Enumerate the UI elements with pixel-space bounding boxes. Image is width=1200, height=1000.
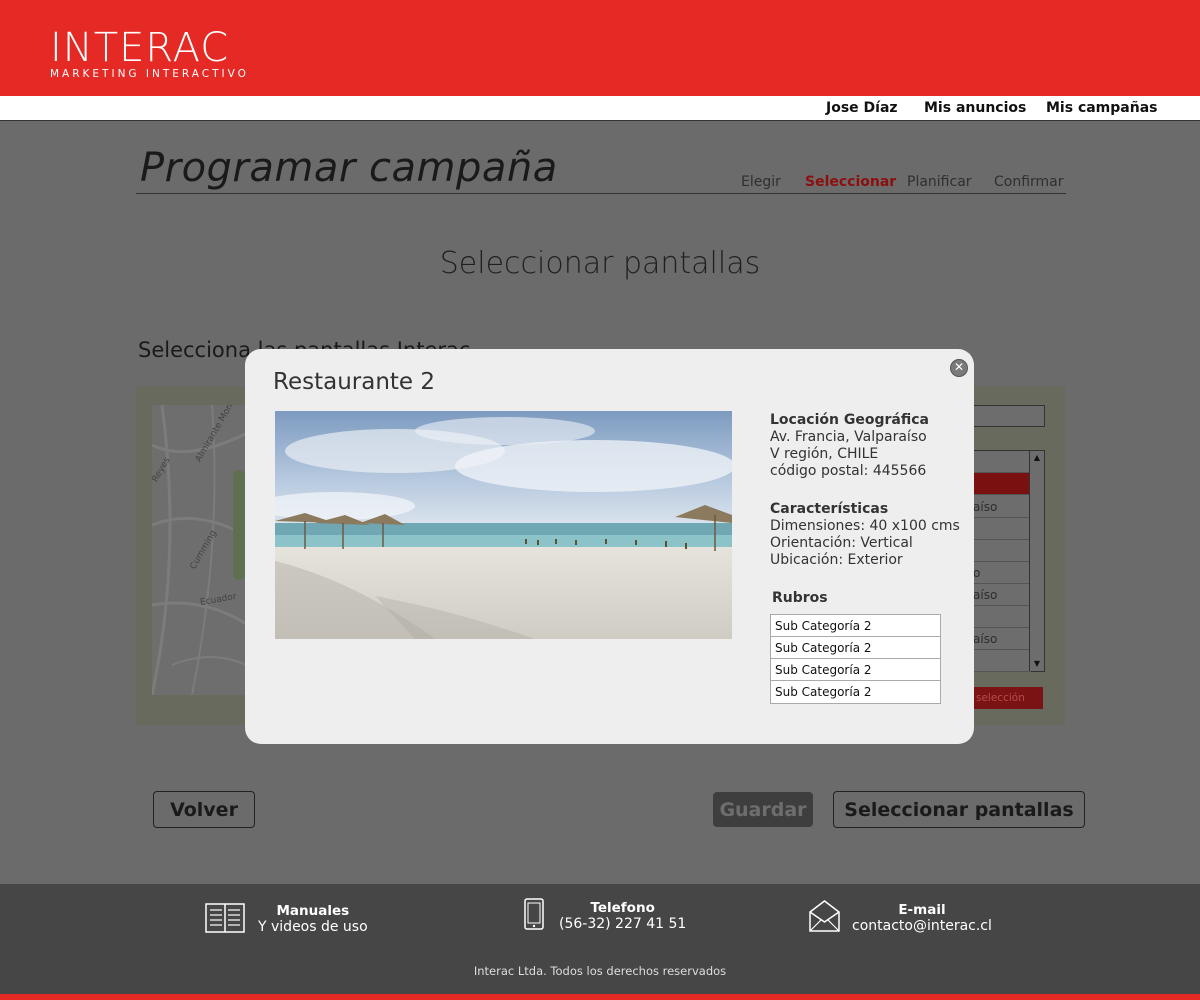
logo-text: INTERAC	[50, 25, 230, 71]
nav-my-ads[interactable]: Mis anuncios	[924, 100, 1026, 116]
screen-list-item[interactable]	[969, 518, 1031, 540]
add-selection-button[interactable]: selección	[966, 687, 1043, 709]
beach-image	[275, 411, 732, 639]
phone-icon	[524, 898, 544, 930]
features-info: Características Dimensiones: 40 x100 cms…	[770, 501, 960, 569]
step-seleccionar[interactable]: Seleccionar	[805, 174, 896, 190]
feature-line: Ubicación: Exterior	[770, 552, 903, 568]
modal-title: Restaurante 2	[273, 369, 436, 395]
footer-phone-heading: Telefono	[590, 900, 655, 916]
screen-search-input[interactable]	[968, 405, 1045, 427]
location-heading: Locación Geográfica	[770, 412, 929, 428]
rubro-item: Sub Categoría 2	[775, 685, 872, 699]
screen-detail-modal: Restaurante 2 ✕ Locación Geográfica Av. …	[245, 349, 974, 744]
footer-phone[interactable]: Telefono (56-32) 227 41 51	[559, 900, 686, 933]
step-planificar[interactable]: Planificar	[907, 174, 972, 190]
rubros-heading: Rubros	[772, 590, 828, 606]
footer-email-value: contacto@interac.cl	[852, 918, 992, 934]
screen-list-item[interactable]: aíso	[969, 584, 1031, 606]
rubro-item: Sub Categoría 2	[771, 615, 940, 637]
header-bar: INTERAC MARKETING INTERACTIVO	[0, 0, 1200, 96]
step-confirmar[interactable]: Confirmar	[994, 174, 1064, 190]
location-line: Av. Francia, Valparaíso	[770, 429, 927, 445]
screen-list-item[interactable]: aíso	[969, 496, 1031, 518]
footer-manuals-sub: Y videos de uso	[258, 919, 368, 935]
manual-book-icon	[205, 903, 245, 933]
map-park-area	[233, 470, 245, 580]
screen-list-item[interactable]	[969, 451, 1031, 473]
footer: Manuales Y videos de uso Telefono (56-32…	[0, 884, 1200, 994]
step-elegir[interactable]: Elegir	[741, 174, 781, 190]
scroll-up-icon[interactable]: ▲	[1032, 454, 1042, 462]
interac-logo[interactable]: INTERAC MARKETING INTERACTIVO	[50, 26, 249, 80]
screen-list-item[interactable]	[969, 473, 1031, 495]
features-heading: Características	[770, 501, 889, 517]
screen-list[interactable]: aíso o aíso aíso ▲ ▼	[968, 450, 1045, 672]
rubro-item: Sub Categoría 2	[771, 659, 940, 681]
rubros-list: Sub Categoría 2 Sub Categoría 2 Sub Cate…	[770, 614, 941, 704]
screen-list-item[interactable]	[969, 540, 1031, 562]
close-icon[interactable]: ✕	[950, 359, 968, 377]
screen-list-item[interactable]	[969, 606, 1031, 628]
copyright-text: Interac Ltda. Todos los derechos reserva…	[473, 964, 727, 978]
scroll-down-icon[interactable]: ▼	[1032, 660, 1042, 668]
nav-my-campaigns[interactable]: Mis campañas	[1046, 100, 1158, 116]
footer-manuals-heading: Manuales	[276, 903, 350, 919]
save-button[interactable]: Guardar	[713, 792, 813, 827]
location-line: código postal: 445566	[770, 463, 927, 479]
top-nav: Jose Díaz Mis anuncios Mis campañas	[0, 96, 1200, 121]
feature-line: Orientación: Vertical	[770, 535, 913, 551]
footer-phone-value: (56-32) 227 41 51	[559, 916, 687, 932]
location-photo	[275, 411, 732, 639]
screen-list-item[interactable]: o	[969, 562, 1031, 584]
nav-user[interactable]: Jose Díaz	[826, 100, 898, 116]
email-envelope-icon	[809, 900, 840, 932]
page-title: Programar campaña	[140, 145, 558, 191]
screen-list-item[interactable]: aíso	[969, 628, 1031, 650]
location-info: Locación Geográfica Av. Francia, Valpara…	[770, 412, 929, 480]
rubro-item: Sub Categoría 2	[771, 637, 940, 659]
title-divider	[136, 193, 1066, 194]
list-scrollbar[interactable]: ▲ ▼	[1029, 451, 1044, 671]
feature-line: Dimensiones: 40 x100 cms	[770, 518, 960, 534]
back-button[interactable]: Volver	[153, 791, 255, 828]
logo-tagline: MARKETING INTERACTIVO	[50, 68, 249, 80]
footer-manuals[interactable]: Manuales Y videos de uso	[258, 903, 368, 936]
screen-list-item[interactable]	[969, 650, 1031, 672]
location-line: V región, CHILE	[770, 446, 879, 462]
bottom-accent-bar	[0, 994, 1200, 1000]
footer-email[interactable]: E-mail contacto@interac.cl	[852, 902, 992, 935]
section-title: Seleccionar pantallas	[439, 246, 761, 281]
footer-email-heading: E-mail	[898, 902, 946, 918]
select-screens-button[interactable]: Seleccionar pantallas	[833, 791, 1085, 828]
